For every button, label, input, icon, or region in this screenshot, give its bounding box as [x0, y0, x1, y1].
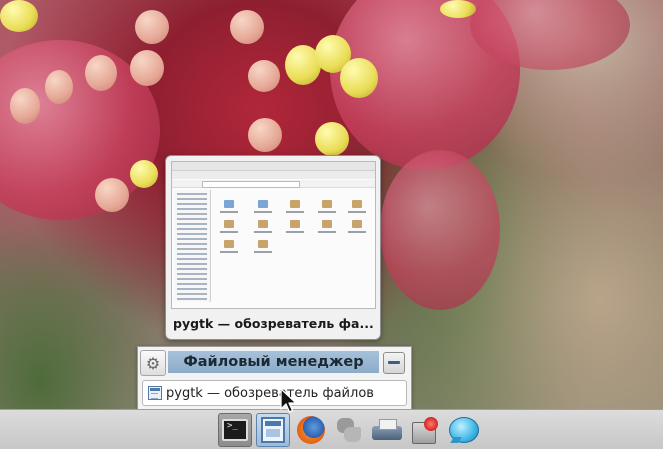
wallpaper-stamen — [85, 55, 117, 91]
group-settings-button[interactable]: ⚙ — [140, 350, 166, 376]
terminal-prompt-glyph: >_ — [227, 421, 238, 431]
thumbnail-file-label — [220, 251, 238, 253]
thumbnail-file-icon — [290, 220, 300, 228]
thumbnail-file-label — [254, 251, 272, 253]
thumbnail-file-label — [254, 231, 272, 233]
file-manager-icon — [261, 417, 285, 443]
wallpaper-stamen — [10, 88, 40, 124]
printer-launcher[interactable] — [370, 413, 404, 447]
wallpaper-pollen — [340, 58, 378, 98]
wallpaper-pollen — [315, 122, 349, 156]
task-group-popup: ⚙ Файловый менеджер pygtk — обозреватель… — [137, 346, 412, 412]
wallpaper-stamen — [45, 70, 73, 104]
window-thumbnail[interactable] — [171, 161, 376, 309]
thumbnail-menubar — [172, 162, 375, 171]
group-minimize-button[interactable] — [383, 352, 405, 374]
wallpaper-stamen — [95, 178, 129, 212]
thumbnail-file-icon — [258, 240, 268, 248]
thumbnail-file-icon — [322, 220, 332, 228]
chat-launcher[interactable] — [446, 413, 480, 447]
window-preview-popup[interactable]: pygtk — обозреватель фа... — [165, 155, 381, 340]
group-header-label: Файловый менеджер — [183, 354, 364, 370]
thumbnail-file-label — [318, 231, 336, 233]
wallpaper-pollen — [0, 0, 38, 32]
firefox-icon — [297, 416, 325, 444]
thumbnail-toolbar — [172, 171, 375, 179]
thumbnail-file-label — [286, 211, 304, 213]
thumbnail-file-icon — [258, 220, 268, 228]
chat-icon — [448, 416, 479, 444]
terminal-icon: >_ — [222, 419, 248, 441]
minimize-icon — [388, 361, 400, 364]
python-launcher[interactable] — [332, 413, 366, 447]
thumbnail-address-field — [202, 181, 300, 188]
thumbnail-file-label — [254, 211, 272, 213]
thumbnail-file-icon — [224, 240, 234, 248]
thumbnail-file-icon — [352, 220, 362, 228]
thumbnail-file-icon — [224, 220, 234, 228]
thumbnail-folder-icon — [224, 200, 234, 208]
wallpaper-petal — [380, 150, 500, 310]
wallpaper-pollen — [440, 0, 476, 18]
task-list-item-label: pygtk — обозреватель файлов — [166, 385, 374, 401]
thumbnail-file-label — [286, 231, 304, 233]
thumbnail-file-label — [318, 211, 336, 213]
wallpaper-stamen — [230, 10, 264, 44]
bottom-panel: >_ — [0, 409, 663, 449]
group-header: Файловый менеджер — [168, 351, 379, 373]
gear-icon: ⚙ — [145, 353, 161, 373]
mouse-cursor-icon — [280, 388, 297, 413]
thumbnail-file-icon — [352, 200, 362, 208]
thumbnail-file-label — [220, 231, 238, 233]
thumbnail-file-icon — [290, 200, 300, 208]
python-icon — [335, 416, 363, 444]
thumbnail-file-label — [220, 211, 238, 213]
software-manager-icon — [411, 416, 439, 444]
preview-window-title[interactable]: pygtk — обозреватель фа... — [173, 316, 375, 331]
wallpaper-pollen — [130, 160, 158, 188]
file-manager-launcher[interactable] — [256, 413, 290, 447]
task-list-item[interactable]: pygtk — обозреватель файлов — [142, 380, 407, 406]
wallpaper-stamen — [248, 118, 282, 152]
software-manager-launcher[interactable] — [408, 413, 442, 447]
printer-icon — [372, 419, 402, 441]
firefox-launcher[interactable] — [294, 413, 328, 447]
terminal-launcher[interactable]: >_ — [218, 413, 252, 447]
file-manager-icon — [148, 386, 162, 400]
thumbnail-file-label — [348, 211, 366, 213]
wallpaper-stamen — [135, 10, 169, 44]
thumbnail-folder-icon — [258, 200, 268, 208]
thumbnail-file-icon — [322, 200, 332, 208]
thumbnail-sidebar — [174, 190, 211, 302]
wallpaper-stamen — [130, 50, 164, 86]
wallpaper-stamen — [248, 60, 280, 92]
thumbnail-file-label — [348, 231, 366, 233]
